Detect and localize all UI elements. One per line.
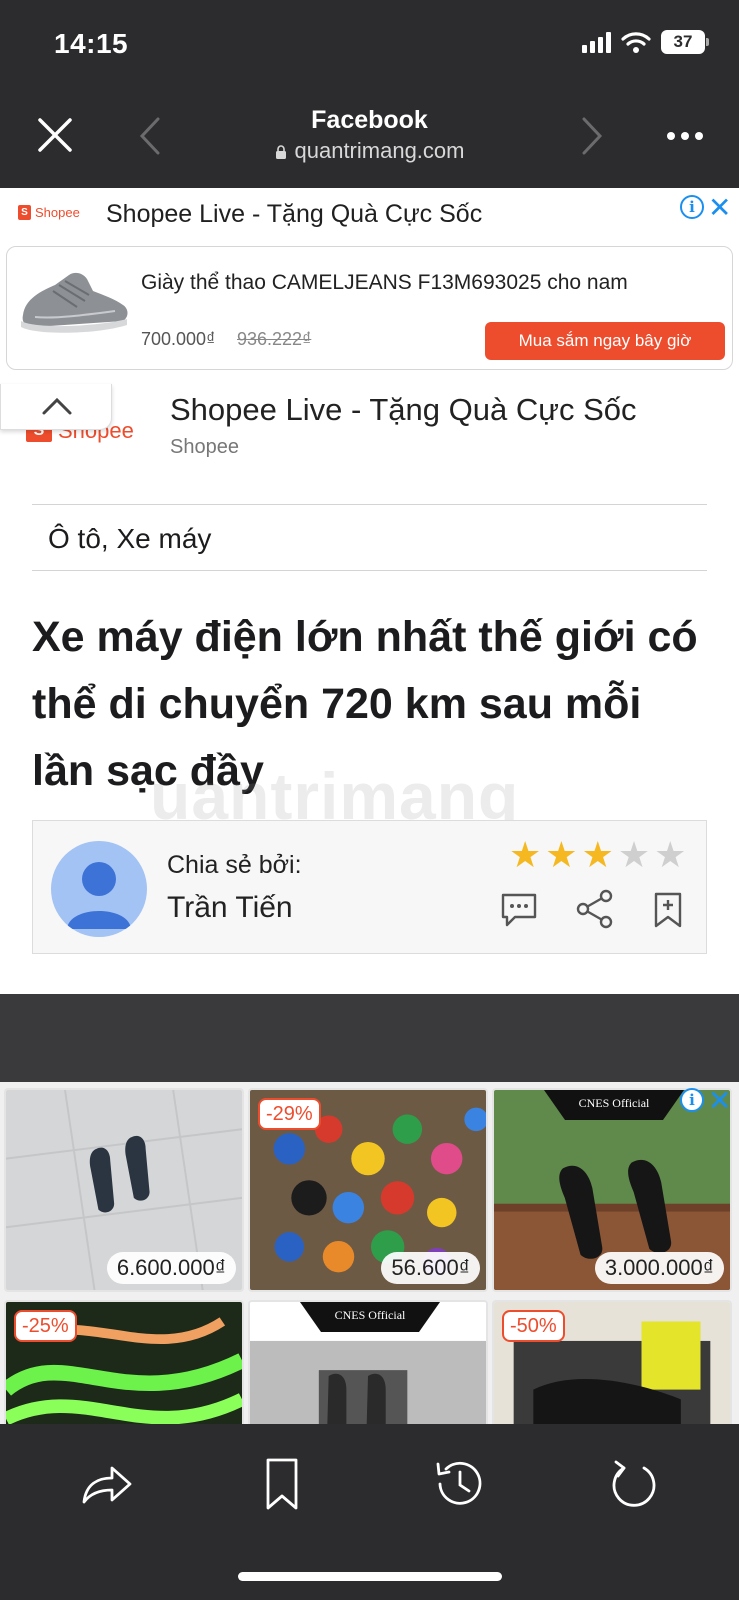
shopee-mini-text: Shopee — [35, 205, 80, 220]
shop-now-button[interactable]: Mua sắm ngay bây giờ — [485, 322, 725, 360]
brand-banner: CNES Official — [544, 1090, 684, 1120]
ad-old-price: 936.222₫ — [237, 329, 312, 349]
star-filled-icon[interactable]: ★ — [582, 835, 614, 875]
star-filled-icon[interactable]: ★ — [545, 835, 577, 875]
forward-arrow-icon[interactable] — [578, 116, 608, 156]
lock-icon — [275, 145, 286, 159]
ad-price: 700.000₫ — [141, 329, 216, 349]
browser-top-bar: 14:15 37 Facebook quantrimang.com — [0, 0, 739, 188]
discount-badge: -25% — [14, 1310, 77, 1342]
url-text: quantrimang.com — [294, 138, 465, 163]
author-box: Chia sẻ bởi: Trần Tiến ★ ★ ★ ★ ★ — [32, 820, 707, 954]
wifi-icon — [621, 32, 651, 53]
cellular-signal-icon — [582, 31, 611, 53]
rating-stars[interactable]: ★ ★ ★ ★ ★ — [509, 835, 686, 875]
status-time: 14:15 — [54, 28, 129, 59]
more-options-icon[interactable] — [665, 124, 705, 148]
ad-separator-band — [0, 994, 739, 1082]
page-url[interactable]: quantrimang.com — [0, 138, 739, 164]
discount-badge: -29% — [258, 1098, 321, 1130]
shopee-mini-logo: S Shopee — [18, 205, 80, 220]
comment-icon[interactable] — [499, 891, 539, 929]
sponsor-title[interactable]: Shopee Live - Tặng Quà Cực Sốc — [170, 392, 637, 428]
product-grid-ad: 6.600.000₫ -29% 56.600₫ CNES Official 3.… — [0, 1082, 739, 1424]
product-tile[interactable]: -50% — [492, 1300, 732, 1424]
ad-close-icon[interactable]: ✕ — [708, 191, 731, 224]
product-price: 56.600₫ — [381, 1252, 480, 1284]
bookmark-add-icon[interactable] — [653, 891, 683, 929]
divider — [32, 504, 707, 505]
ad-product-card[interactable]: Giày thể thao CAMELJEANS F13M693025 cho … — [6, 246, 733, 370]
avatar — [51, 841, 147, 937]
product-tile[interactable]: -29% 56.600₫ — [248, 1088, 488, 1292]
grid-ad-info-icon[interactable]: i — [680, 1088, 704, 1112]
discount-badge: -50% — [502, 1310, 565, 1342]
brand-banner: CNES Official — [300, 1302, 440, 1332]
star-empty-icon[interactable]: ★ — [654, 835, 686, 875]
product-tile[interactable]: CNES Official — [248, 1300, 488, 1424]
shopee-bag-icon: S — [18, 205, 31, 220]
star-empty-icon[interactable]: ★ — [618, 835, 650, 875]
chevron-up-icon — [42, 397, 72, 415]
product-tile[interactable]: CNES Official 3.000.000₫ — [492, 1088, 732, 1292]
status-indicators: 37 — [582, 30, 709, 54]
home-indicator — [238, 1572, 502, 1581]
sponsor-brand: Shopee — [170, 436, 239, 458]
person-icon — [67, 862, 131, 929]
divider — [32, 570, 707, 571]
bookmark-icon[interactable] — [252, 1454, 312, 1514]
shared-by-label: Chia sẻ bởi: — [167, 851, 302, 879]
sneaker-image — [21, 272, 128, 333]
product-tile[interactable]: -25% — [4, 1300, 244, 1424]
reload-icon[interactable] — [604, 1454, 664, 1514]
ad-info-icon[interactable]: i — [680, 195, 704, 219]
share-icon[interactable] — [575, 889, 615, 929]
ad-header[interactable]: S Shopee Shopee Live - Tặng Quà Cực Sốc — [0, 188, 739, 240]
product-tile[interactable]: 6.600.000₫ — [4, 1088, 244, 1292]
star-filled-icon[interactable]: ★ — [509, 835, 541, 875]
product-price: 3.000.000₫ — [594, 1252, 724, 1284]
author-name[interactable]: Trần Tiến — [167, 891, 293, 925]
share-forward-icon[interactable] — [76, 1454, 136, 1514]
category-link[interactable]: Ô tô, Xe máy — [48, 523, 211, 555]
ad-product-name[interactable]: Giày thể thao CAMELJEANS F13M693025 cho … — [141, 271, 628, 295]
page-title: Facebook — [311, 106, 428, 134]
ad-title[interactable]: Shopee Live - Tặng Quà Cực Sốc — [106, 200, 482, 229]
product-price: 6.600.000₫ — [106, 1252, 236, 1284]
collapse-ad-button[interactable] — [0, 384, 112, 430]
grid-ad-close-icon[interactable]: ✕ — [708, 1084, 731, 1117]
history-icon[interactable] — [428, 1454, 488, 1514]
battery-icon: 37 — [661, 30, 709, 54]
